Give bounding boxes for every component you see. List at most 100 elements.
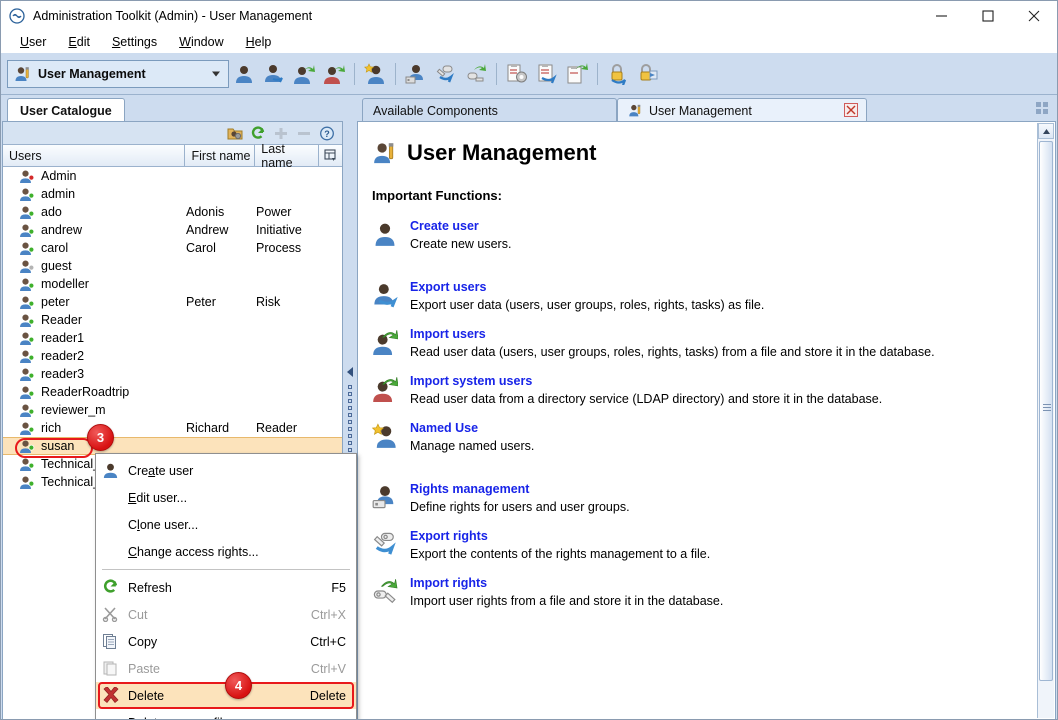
user-management-icon [14,65,32,83]
delete-x-icon [102,685,120,705]
menu-bar: User Edit Settings Window Help [1,31,1057,53]
user-first-name-cell: Carol [186,241,216,255]
tab-available-components-label: Available Components [373,103,498,118]
function-description: Define rights for users and user groups. [410,500,630,514]
minus-icon[interactable] [294,124,314,143]
function-entry: Create user Create new users. [372,219,1021,251]
table-row[interactable]: reader2 [3,347,342,365]
user-status-icon [19,241,35,256]
menu-icon-placeholder [102,543,120,561]
tab-user-management-label: User Management [649,103,752,118]
table-row[interactable]: Admin [3,167,342,185]
user-system-import-icon [372,376,400,404]
minimize-button[interactable] [919,1,965,31]
menu-item-edit-user[interactable]: Edit user... [96,484,356,511]
user-last-name-cell: Risk [256,295,281,309]
table-row[interactable]: reviewer_m [3,401,342,419]
menu-item-delete-user-profile[interactable]: Delete user profile [96,709,356,720]
function-entry: Import system users Read user data from a… [372,374,1021,406]
collapse-left-arrow-icon[interactable] [347,367,353,377]
column-config-icon[interactable] [319,145,342,166]
export-licence-button[interactable] [603,57,633,91]
table-row[interactable]: Reader [3,311,342,329]
function-link-export-rights[interactable]: Export rights [410,529,488,543]
user-name-cell: Reader [41,313,82,327]
content-scrollbar[interactable] [1037,123,1054,718]
table-row[interactable]: ado Adonis Power [3,203,342,221]
toolbar-separator [395,62,396,85]
table-row[interactable]: modeller [3,275,342,293]
table-row[interactable]: admin [3,185,342,203]
menu-edit[interactable]: Edit [57,33,101,51]
function-link-import-rights[interactable]: Import rights [410,576,487,590]
scroll-up-button[interactable] [1038,123,1054,139]
task-settings-button[interactable] [502,57,532,91]
export-users-button[interactable] [259,57,289,91]
plus-icon[interactable] [271,124,291,143]
menu-window[interactable]: Window [168,33,234,51]
column-header-users[interactable]: Users [3,145,186,166]
rights-management-button[interactable] [401,57,431,91]
table-row[interactable]: andrew Andrew Initiative [3,221,342,239]
table-row[interactable]: reader3 [3,365,342,383]
refresh-icon[interactable] [248,124,268,143]
menu-item-create-user[interactable]: Create user [96,457,356,484]
maximize-button[interactable] [965,1,1011,31]
create-user-button[interactable] [229,57,259,91]
menu-settings[interactable]: Settings [101,33,168,51]
function-text: Rights management Define rights for users… [410,482,1021,514]
user-name-cell: reader3 [41,367,85,381]
menu-user[interactable]: User [9,33,57,51]
user-status-icon [19,295,35,310]
close-icon[interactable] [844,103,858,117]
scrollbar-thumb[interactable] [1039,141,1053,681]
import-users-button[interactable] [289,57,319,91]
named-use-button[interactable] [360,57,390,91]
folder-user-icon[interactable] [225,124,245,143]
function-link-rights-management[interactable]: Rights management [410,482,529,496]
user-last-name-cell: Reader [256,421,297,435]
menu-item-refresh[interactable]: Refresh F5 [96,574,356,601]
export-rights-button[interactable] [431,57,461,91]
user-management-icon [372,140,398,166]
function-link-create-user[interactable]: Create user [410,219,479,233]
menu-item-copy[interactable]: Copy Ctrl+C [96,628,356,655]
function-link-import-system-users[interactable]: Import system users [410,374,532,388]
module-selector[interactable]: User Management [7,59,229,88]
function-link-named-use[interactable]: Named Use [410,421,478,435]
import-system-users-button[interactable] [319,57,349,91]
function-text: Named Use Manage named users. [410,421,1021,453]
chevron-down-icon[interactable] [212,71,220,76]
function-link-export-users[interactable]: Export users [410,280,486,294]
tab-available-components[interactable]: Available Components [362,98,617,122]
tab-user-catalogue[interactable]: User Catalogue [7,98,125,122]
user-last-name-cell: Power [256,205,292,219]
menu-item-label: Clone user... [128,517,199,532]
function-entry: Export rights Export the contents of the … [372,529,1021,561]
column-header-first-name[interactable]: First name [185,145,256,166]
close-button[interactable] [1011,1,1057,31]
import-rights-button[interactable] [461,57,491,91]
import-tasks-button[interactable] [562,57,592,91]
table-row[interactable]: rich Richard Reader [3,419,342,437]
function-description: Import user rights from a file and store… [410,594,724,608]
import-licence-button[interactable] [633,57,663,91]
table-row[interactable]: peter Peter Risk [3,293,342,311]
column-header-last-name[interactable]: Last name [255,142,320,170]
table-row[interactable]: carol Carol Process [3,239,342,257]
user-name-cell: Admin [41,169,77,183]
menu-item-clone-user[interactable]: Clone user... [96,511,356,538]
function-link-import-users[interactable]: Import users [410,327,486,341]
export-tasks-button[interactable] [532,57,562,91]
table-row[interactable]: ReaderRoadtrip [3,383,342,401]
menu-item-change-access-rights[interactable]: Change access rights... [96,538,356,565]
menu-help[interactable]: Help [235,33,283,51]
table-row[interactable]: guest [3,257,342,275]
table-row[interactable]: reader1 [3,329,342,347]
title-bar: Administration Toolkit (Admin) - User Ma… [1,1,1057,31]
user-status-icon [19,223,35,238]
help-icon[interactable]: ? [317,124,337,143]
tile-layout-icon[interactable] [1036,102,1049,115]
tab-user-management[interactable]: User Management [617,98,867,122]
